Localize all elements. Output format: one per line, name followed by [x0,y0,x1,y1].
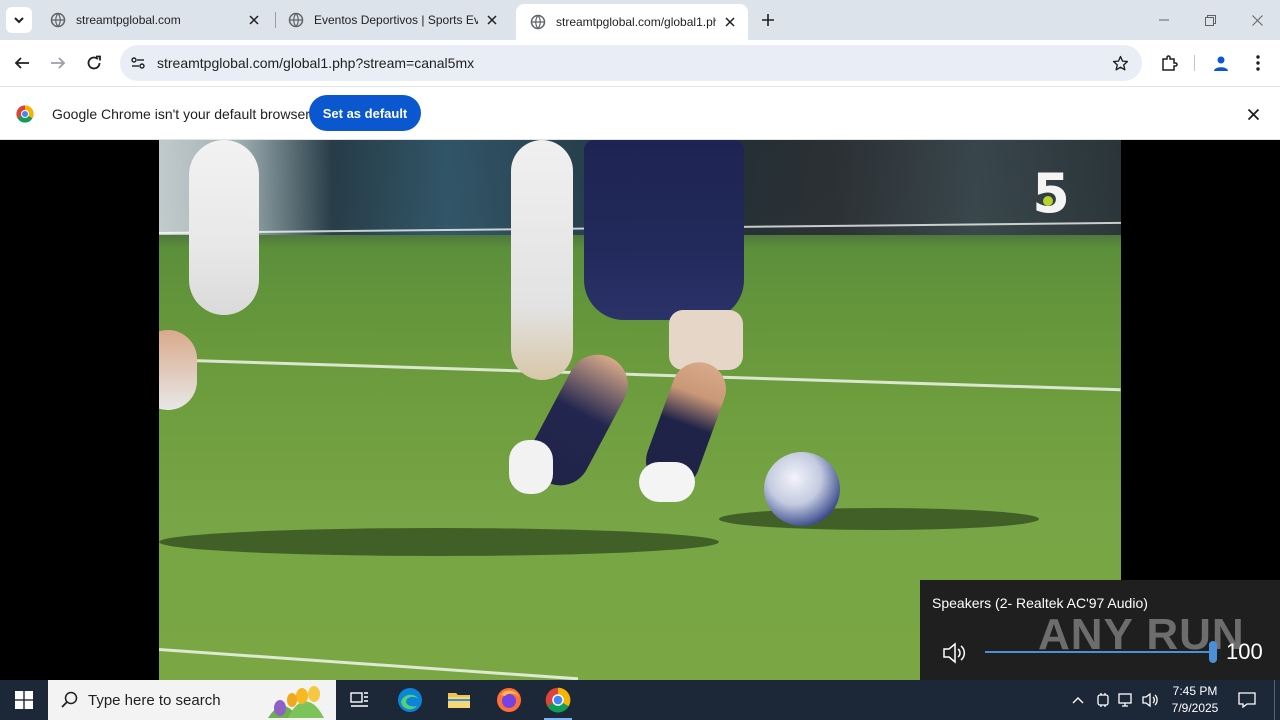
plus-icon [762,14,774,26]
globe-icon [288,12,304,28]
search-icon [61,691,78,708]
field-line [159,358,1121,392]
channel-logo: 5 [1032,162,1070,225]
tab-strip: streamtpglobal.com Eventos Deportivos | … [0,0,1280,40]
clock-date: 7/9/2025 [1171,701,1219,715]
background-player [159,330,197,410]
main-player-kit [584,140,744,320]
action-center-button[interactable] [1236,689,1258,711]
back-button[interactable] [8,49,36,77]
set-as-default-button[interactable]: Set as default [309,95,421,131]
url-text[interactable]: streamtpglobal.com/global1.php?stream=ca… [157,55,474,71]
show-desktop-button[interactable] [1274,680,1280,720]
tab-title: streamtpglobal.com/global1.ph [556,15,716,29]
close-icon [1247,108,1259,120]
start-button[interactable] [0,680,48,720]
main-player-boot [639,462,695,502]
tab-search-button[interactable] [6,7,32,33]
volume-tray-icon[interactable] [1141,690,1161,710]
chevron-up-icon [1072,697,1084,704]
tray-device-icon[interactable] [1093,690,1113,710]
browser-toolbar: streamtpglobal.com/global1.php?stream=ca… [0,40,1280,86]
profile-button[interactable] [1207,49,1235,77]
more-vertical-icon [1256,55,1260,71]
close-tab-icon[interactable] [484,12,500,28]
task-view-button[interactable] [336,680,384,720]
close-tab-icon[interactable] [246,12,262,28]
taskbar-firefox[interactable] [485,680,533,720]
main-player-thigh [669,310,743,370]
show-hidden-icons-button[interactable] [1068,690,1088,710]
tab-title: streamtpglobal.com [76,13,181,27]
tulips-icon [268,686,324,718]
arrow-left-icon [14,57,29,69]
search-placeholder: Type here to search [88,692,221,709]
reload-icon [87,55,101,70]
minimize-button[interactable] [1141,0,1187,40]
background-player [511,140,573,380]
profile-icon [1214,56,1228,71]
tab-eventos-deportivos[interactable]: Eventos Deportivos | Sports Eve [274,0,510,40]
chrome-logo-icon [16,105,34,123]
tab-global1-active[interactable]: streamtpglobal.com/global1.ph [516,4,748,40]
clock-time: 7:45 PM [1172,684,1218,698]
tab-streamtpglobal[interactable]: streamtpglobal.com [36,0,272,40]
default-browser-infobar: Google Chrome isn't your default browser… [0,86,1280,140]
new-tab-button[interactable] [756,8,780,32]
bookmark-star-icon[interactable] [1110,53,1130,73]
chrome-menu-button[interactable] [1244,49,1272,77]
taskbar-clock[interactable]: 7:45 PM 7/9/2025 [1160,683,1230,717]
close-infobar-button[interactable] [1242,103,1264,125]
minimize-icon [1159,19,1169,21]
channel-logo-star-icon [1043,196,1053,206]
soccer-ball [764,452,840,526]
tab-title: Eventos Deportivos | Sports Eve [314,13,478,27]
windows-logo-icon [15,691,33,709]
taskbar-edge[interactable] [386,680,434,720]
chevron-down-icon [14,17,24,24]
volume-slider-thumb[interactable] [1209,641,1217,663]
chrome-icon [545,687,571,713]
volume-slider-track[interactable] [985,651,1213,653]
arrow-right-icon [51,57,66,69]
globe-icon [530,14,546,30]
close-icon [1251,14,1263,26]
close-window-button[interactable] [1234,0,1280,40]
taskbar-file-explorer[interactable] [435,680,483,720]
edge-icon [398,688,422,712]
network-icon[interactable] [1117,690,1137,710]
audio-device-name[interactable]: Speakers (2- Realtek AC'97 Audio) [932,595,1148,611]
notification-icon [1238,692,1256,708]
close-tab-icon[interactable] [722,14,738,30]
windows-taskbar: Type here to search 7:45 PM 7/9/2025 [0,680,1280,720]
puzzle-icon [1162,55,1178,71]
globe-icon [50,12,66,28]
player-shadow [719,508,1039,530]
extensions-button[interactable] [1155,49,1183,77]
restore-icon [1204,14,1216,26]
volume-level: 100 [1226,639,1263,664]
forward-button[interactable] [44,49,72,77]
volume-flyout: Speakers (2- Realtek AC'97 Audio) ANY RU… [920,580,1280,680]
field-line [159,648,579,680]
reload-button[interactable] [80,49,108,77]
infobar-message: Google Chrome isn't your default browser [52,106,310,122]
address-bar[interactable]: streamtpglobal.com/global1.php?stream=ca… [120,45,1142,81]
speaker-icon[interactable] [940,638,970,668]
restore-button[interactable] [1187,0,1233,40]
main-player-boot [509,440,553,494]
firefox-icon [497,688,521,712]
site-info-icon[interactable] [126,51,150,75]
folder-icon [448,693,470,708]
toolbar-divider [1194,55,1195,71]
player-shadow [159,528,719,556]
task-view-icon [350,692,368,707]
background-player [189,140,259,315]
taskbar-chrome[interactable] [534,680,582,720]
taskbar-search-box[interactable]: Type here to search [48,680,336,720]
